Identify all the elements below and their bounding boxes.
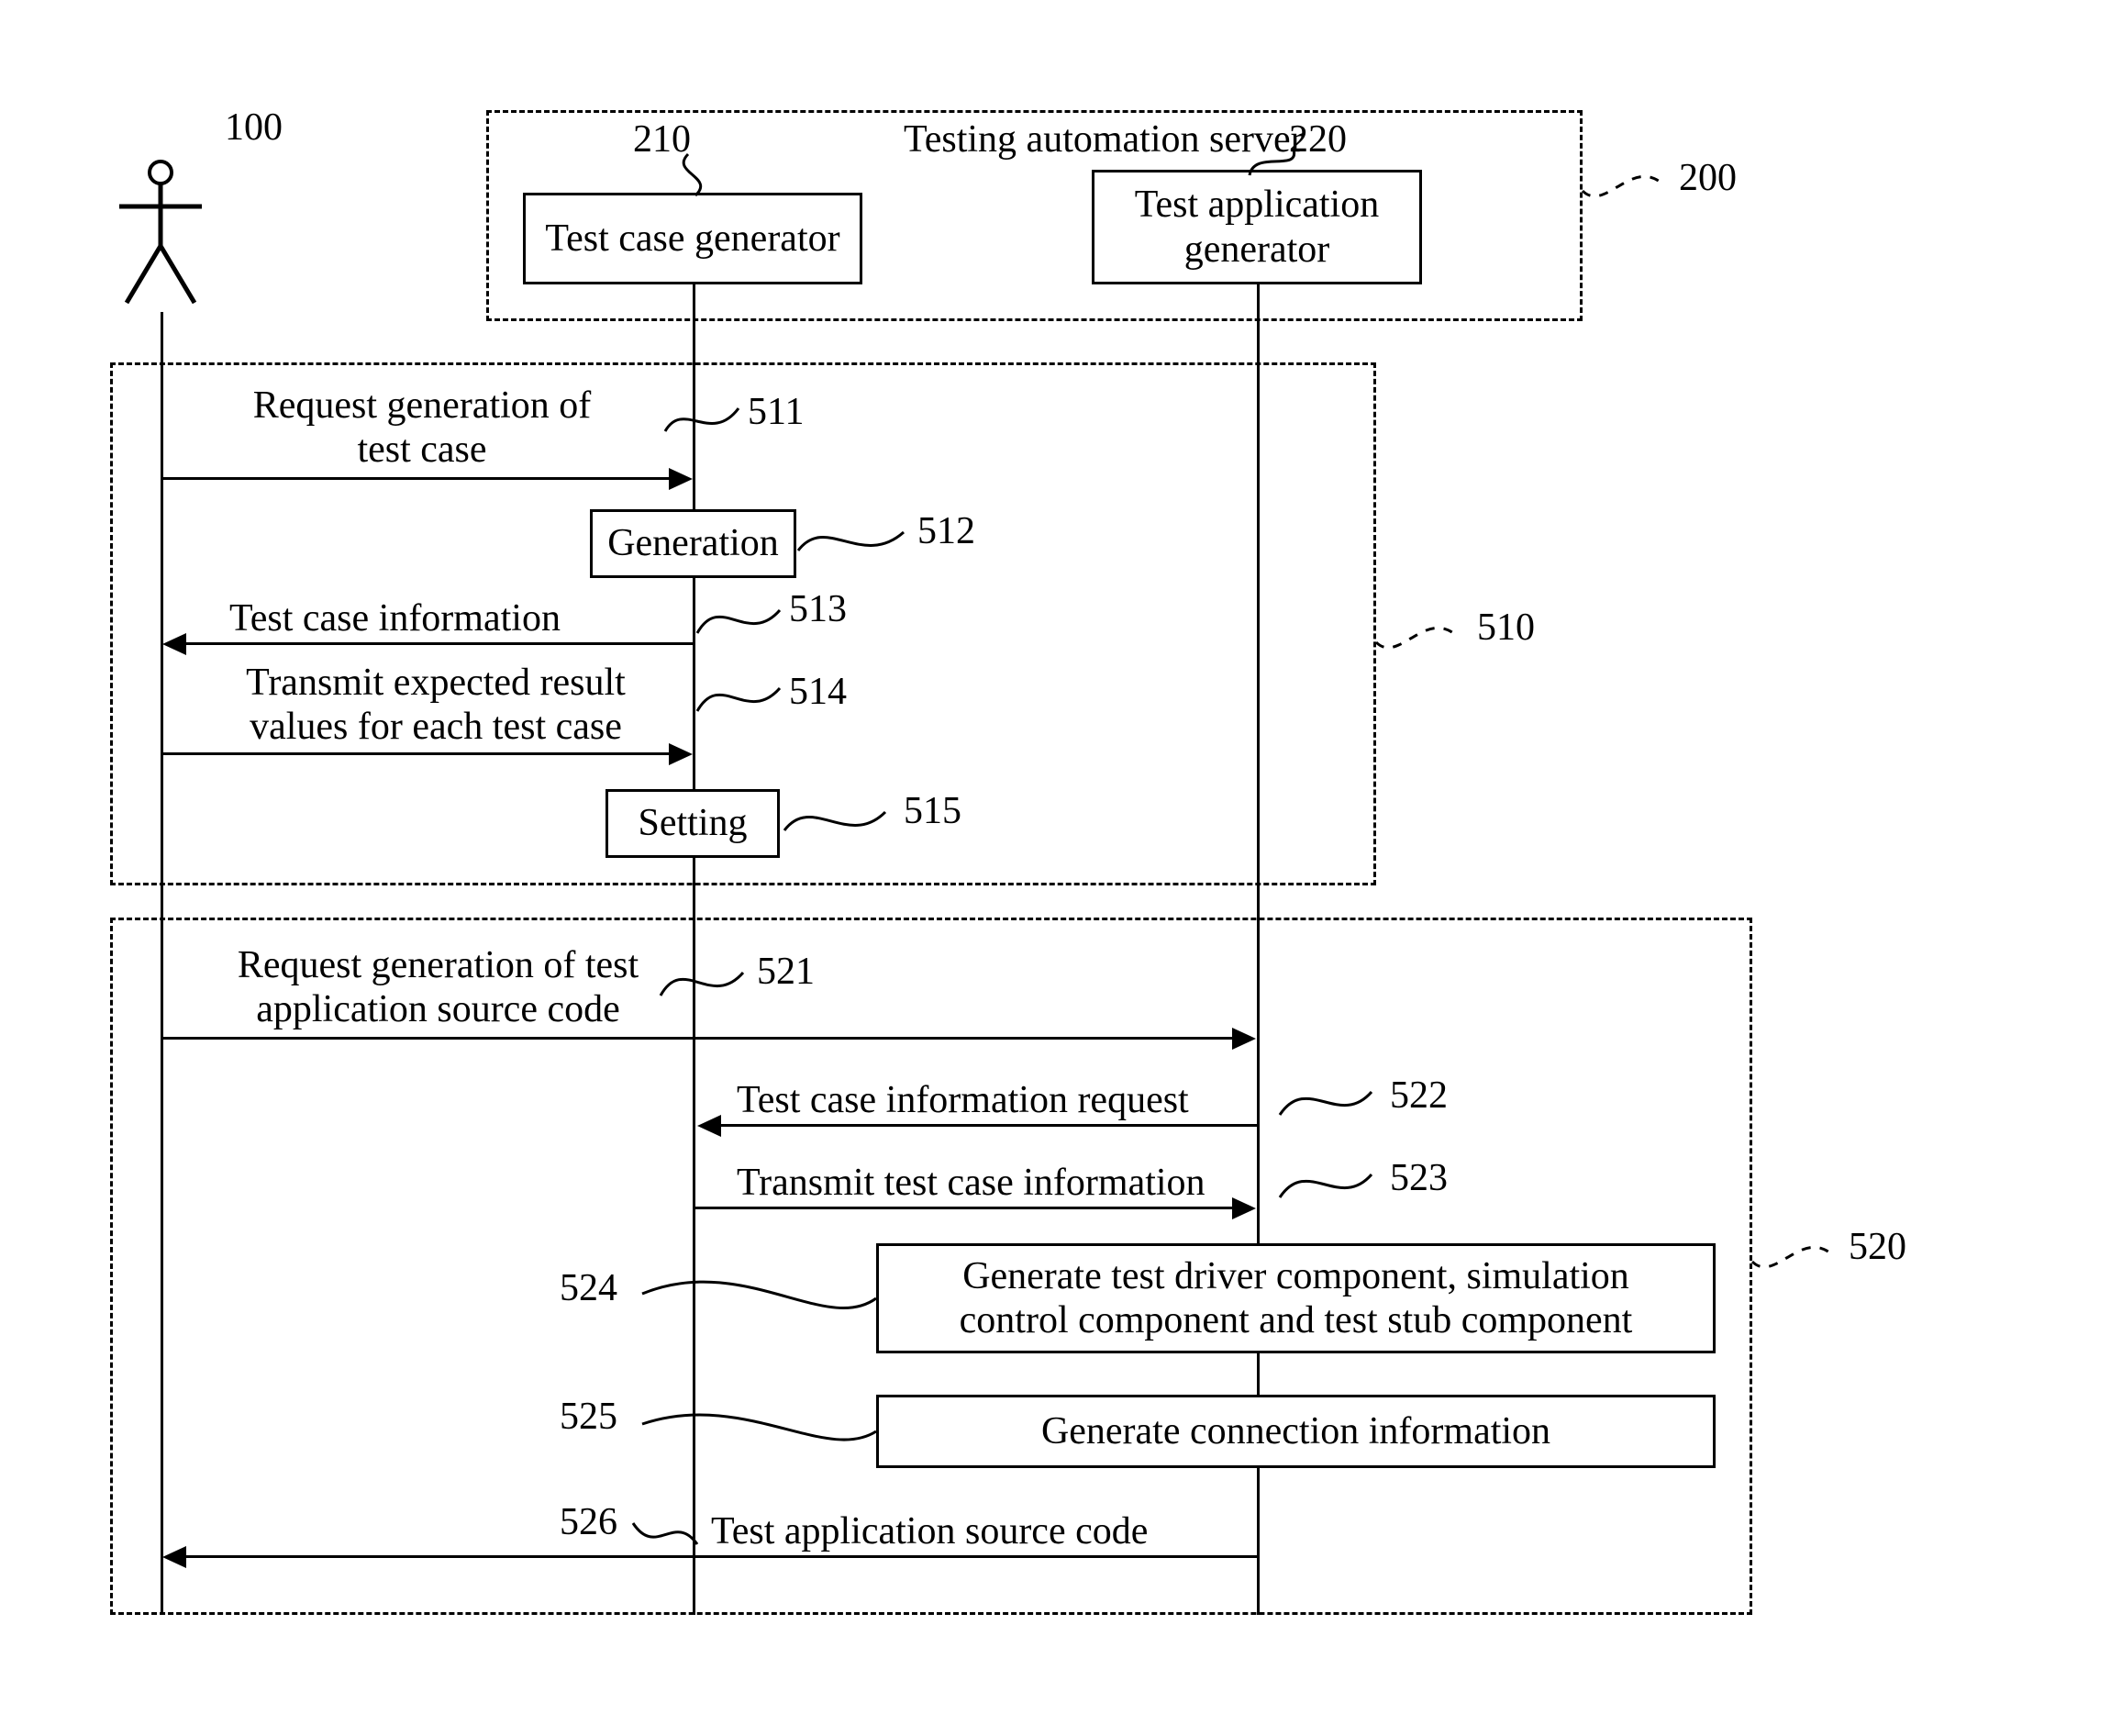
- test-app-generator-label-l2: generator: [1184, 228, 1330, 271]
- arrow-511: [162, 477, 669, 480]
- wave-523: [1280, 1161, 1376, 1211]
- activity-512-ref: 512: [917, 509, 975, 553]
- wave-512: [798, 518, 908, 564]
- activity-524-l2: control component and test stub componen…: [960, 1299, 1633, 1341]
- msg-523-ref: 523: [1390, 1156, 1448, 1200]
- user-icon: [110, 156, 211, 312]
- activity-524-l1: Generate test driver component, simulati…: [962, 1255, 1629, 1297]
- msg-514-text: Transmit expected resultvalues for each …: [188, 661, 683, 750]
- msg-526-ref: 526: [560, 1500, 617, 1544]
- wave-525: [642, 1404, 876, 1454]
- arrow-521: [162, 1037, 1232, 1040]
- phase2-frame-ref-curve: [1752, 1234, 1839, 1298]
- phase1-frame-ref-label: 510: [1477, 606, 1535, 650]
- wave-515: [784, 798, 890, 844]
- test-app-generator-label-l1: Test application: [1135, 184, 1379, 226]
- msg-521-text: Request generation of testapplication so…: [188, 943, 688, 1032]
- wave-526: [633, 1512, 702, 1553]
- wave-513: [697, 596, 780, 642]
- activity-515: Setting: [605, 789, 780, 858]
- activity-525-label: Generate connection information: [1041, 1409, 1550, 1453]
- user-ref-label: 100: [225, 106, 283, 150]
- msg-511-ref: 511: [748, 390, 804, 434]
- arrow-522-head: [697, 1115, 721, 1137]
- activity-524-ref: 524: [560, 1266, 617, 1310]
- phase2-frame-ref-label: 520: [1849, 1225, 1906, 1269]
- wave-511: [665, 395, 739, 440]
- phase1-frame-ref-curve: [1376, 615, 1463, 679]
- server-frame-ref-curve: [1583, 163, 1670, 228]
- test-case-generator-label: Test case generator: [545, 217, 839, 261]
- arrow-526-head: [162, 1546, 186, 1568]
- msg-513-text: Test case information: [229, 596, 561, 640]
- activity-512: Generation: [590, 509, 796, 578]
- wave-524: [642, 1271, 876, 1326]
- msg-514-ref: 514: [789, 670, 847, 714]
- msg-513-ref: 513: [789, 587, 847, 631]
- activity-525-ref: 525: [560, 1395, 617, 1439]
- arrow-513: [183, 642, 693, 645]
- msg-511-text: Request generation oftest case: [193, 384, 651, 473]
- arrow-526: [183, 1555, 1257, 1558]
- arrow-522: [717, 1124, 1257, 1127]
- arrow-523: [695, 1207, 1232, 1209]
- activity-515-label: Setting: [638, 801, 747, 845]
- activity-524: Generate test driver component, simulati…: [876, 1243, 1716, 1353]
- wave-522: [1280, 1078, 1376, 1129]
- server-frame-ref-label: 200: [1679, 156, 1737, 200]
- wave-514: [697, 674, 780, 725]
- msg-522-ref: 522: [1390, 1074, 1448, 1118]
- arrow-521-head: [1232, 1028, 1256, 1050]
- test-app-generator-box: Test application generator: [1092, 170, 1422, 284]
- wave-210: [679, 154, 725, 195]
- arrow-513-head: [162, 633, 186, 655]
- arrow-514: [162, 752, 669, 755]
- arrow-523-head: [1232, 1197, 1256, 1219]
- activity-525: Generate connection information: [876, 1395, 1716, 1468]
- server-frame-title: Testing automation server: [904, 117, 1304, 161]
- activity-515-ref: 515: [904, 789, 961, 833]
- arrow-511-head: [669, 468, 693, 490]
- wave-220: [1250, 150, 1300, 177]
- msg-526-text: Test application source code: [711, 1509, 1148, 1553]
- msg-523-text: Transmit test case information: [737, 1161, 1205, 1205]
- wave-521: [661, 959, 748, 1005]
- activity-512-label: Generation: [607, 521, 779, 565]
- msg-522-text: Test case information request: [737, 1078, 1189, 1122]
- msg-521-ref: 521: [757, 950, 815, 994]
- test-case-generator-box: Test case generator: [523, 193, 862, 284]
